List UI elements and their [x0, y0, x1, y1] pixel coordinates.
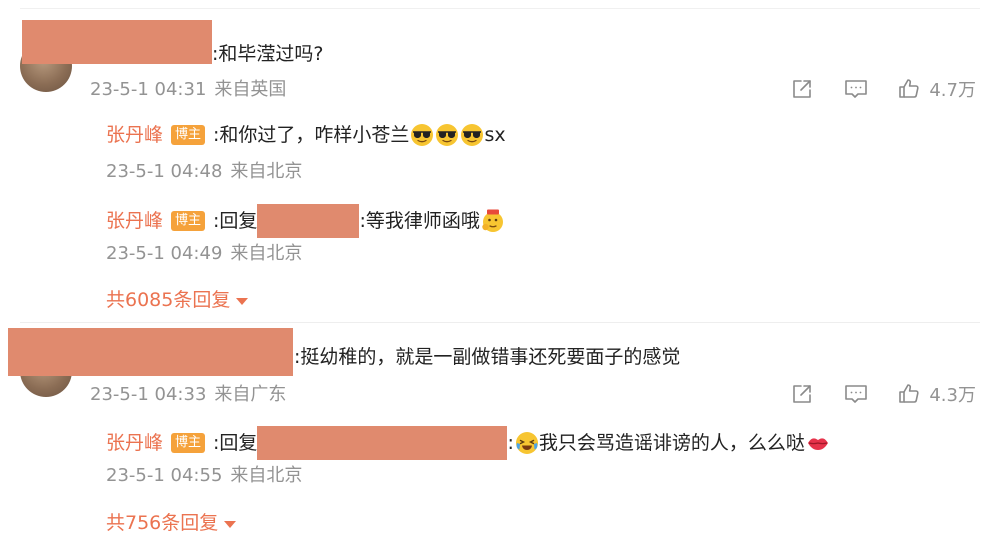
reply-prefix: :回复 [213, 432, 258, 454]
more-replies-label: 共756条回复 [106, 512, 219, 534]
reply-text: :等我律师函哦 [359, 210, 480, 232]
more-replies-label: 共6085条回复 [106, 289, 231, 311]
reply-text: :和你过了，咋样小苍兰 [213, 124, 410, 146]
comment-actions: 4.7万 [789, 76, 976, 102]
reply-prefix: :回复 [213, 210, 258, 232]
reply-text-suffix: sx [484, 124, 506, 146]
reply-location: 来自北京 [230, 465, 303, 486]
laugh-cry-emoji [515, 432, 538, 454]
comment-time: 23-5-1 04:33 [90, 384, 207, 405]
comment-icon[interactable] [843, 76, 869, 102]
reply-time: 23-5-1 04:55 [106, 465, 223, 486]
comment-actions: 4.3万 [789, 381, 976, 407]
blogger-badge: 博主 [171, 433, 206, 453]
chevron-down-icon [224, 521, 237, 528]
view-more-replies[interactable]: 共6085条回复 [106, 288, 249, 312]
redacted-mention [257, 204, 360, 238]
reply-author[interactable]: 张丹峰 [106, 208, 163, 234]
reply-author[interactable]: 张丹峰 [106, 430, 163, 456]
reply-meta: 23-5-1 04:49 来自北京 [106, 243, 302, 265]
like-button[interactable]: 4.3万 [897, 381, 976, 407]
reply-time: 23-5-1 04:48 [106, 161, 223, 182]
share-icon[interactable] [789, 76, 815, 102]
sunglasses-emoji [436, 124, 459, 146]
view-more-replies[interactable]: 共756条回复 [106, 511, 237, 535]
reply-location: 来自北京 [230, 243, 303, 264]
comment-text: :和毕滢过吗? [212, 43, 324, 65]
kiss-lips-emoji [807, 438, 828, 450]
chevron-down-icon [236, 298, 249, 305]
redacted-mention [257, 426, 508, 460]
reply-meta: 23-5-1 04:48 来自北京 [106, 161, 302, 183]
comment-divider [20, 322, 980, 323]
reply-1-1: 张丹峰 博主 :和你过了，咋样小苍兰 sx [106, 122, 506, 148]
sunglasses-emoji [461, 124, 484, 146]
comment-location: 来自广东 [214, 384, 287, 405]
share-icon[interactable] [789, 381, 815, 407]
redacted-username [8, 328, 293, 376]
reply-1-2: 张丹峰 博主 :回复 :等我律师函哦 [106, 204, 505, 238]
like-button[interactable]: 4.7万 [897, 76, 976, 102]
blogger-badge: 博主 [171, 211, 206, 231]
reply-time: 23-5-1 04:49 [106, 243, 223, 264]
redacted-username [22, 20, 212, 64]
reply-location: 来自北京 [230, 161, 303, 182]
comment-icon[interactable] [843, 381, 869, 407]
comment-location: 来自英国 [214, 79, 287, 100]
reply-author[interactable]: 张丹峰 [106, 122, 163, 148]
like-count: 4.3万 [929, 385, 976, 406]
reply-text: 我只会骂造谣诽谤的人，么么哒 [538, 432, 805, 454]
sunglasses-emoji [411, 124, 434, 146]
reply-meta: 23-5-1 04:55 来自北京 [106, 465, 302, 487]
top-divider [20, 8, 980, 9]
like-icon [899, 384, 919, 403]
like-icon [899, 79, 919, 98]
comment-time: 23-5-1 04:31 [90, 79, 207, 100]
comment-meta: 23-5-1 04:31 来自英国 [90, 79, 286, 101]
like-count: 4.7万 [929, 80, 976, 101]
thinking-emoji [482, 209, 503, 232]
blogger-badge: 博主 [171, 125, 206, 145]
comment-text: :挺幼稚的，就是一副做错事还死要面子的感觉 [294, 346, 681, 368]
reply-2-1: 张丹峰 博主 :回复 : 我只会骂造谣诽谤的人，么么哒 [106, 426, 830, 460]
comment-meta: 23-5-1 04:33 来自广东 [90, 384, 286, 406]
